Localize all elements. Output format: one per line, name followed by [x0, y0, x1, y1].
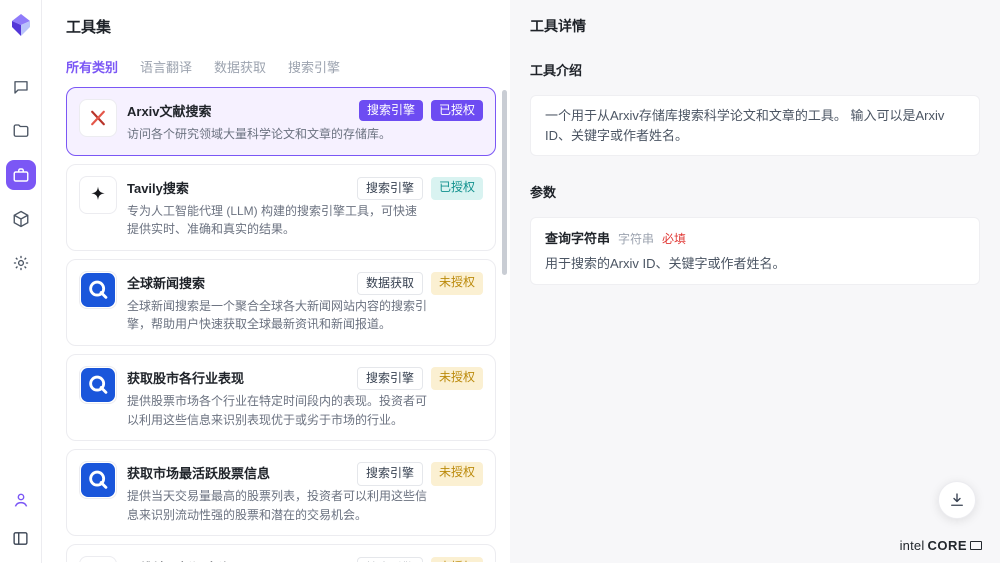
download-icon [948, 491, 966, 509]
param-required-flag: 必填 [662, 230, 686, 247]
tool-card-badges: 搜索引擎 未授权 [357, 462, 483, 485]
status-badge: 未授权 [431, 462, 483, 485]
tab-search[interactable]: 搜索引擎 [288, 57, 340, 75]
sidebar-bottom [6, 485, 36, 553]
tab-translation[interactable]: 语言翻译 [140, 57, 192, 75]
status-badge: 已授权 [431, 177, 483, 200]
arxiv-icon [88, 108, 108, 128]
param-card: 查询字符串 字符串 必填 用于搜索的Arxiv ID、关键字或作者姓名。 [530, 217, 980, 285]
intro-text: 一个用于从Arxiv存储库搜索科学论文和文章的工具。 输入可以是Arxiv ID… [545, 106, 965, 145]
tool-card-badges: 搜索引擎 未授权 [357, 557, 483, 562]
tool-card-icon-tile [79, 461, 117, 499]
category-badge: 搜索引擎 [357, 462, 423, 485]
tool-card[interactable]: 全球新闻搜索 全球新闻搜索是一个聚合全球各大新闻网站内容的搜索引擎，帮助用户快速… [66, 259, 496, 346]
status-badge: 未授权 [431, 272, 483, 295]
chat-icon [12, 78, 30, 96]
briefcase-icon [12, 166, 30, 184]
tool-card-icon-tile [79, 366, 117, 404]
sidebar [0, 0, 42, 563]
intel-badge-box [970, 541, 982, 550]
tool-card-description: 全球新闻搜索是一个聚合全球各大新闻网站内容的搜索引擎，帮助用户快速获取全球最新资… [127, 297, 427, 334]
q-icon [81, 463, 115, 497]
tool-card-badges: 搜索引擎 已授权 [357, 177, 483, 200]
sidebar-item-layout[interactable] [6, 523, 36, 553]
category-badge: 数据获取 [357, 272, 423, 295]
sidebar-item-user[interactable] [6, 485, 36, 515]
tool-card-badges: 搜索引擎 已授权 [359, 100, 483, 121]
user-icon [12, 491, 30, 509]
tool-card-icon-tile [79, 271, 117, 309]
tool-card-badges: 搜索引擎 未授权 [357, 367, 483, 390]
tavily-icon [88, 185, 108, 205]
tab-data[interactable]: 数据获取 [214, 57, 266, 75]
tool-card-description: 提供股票市场各个行业在特定时间段内的表现。投资者可以利用这些信息来识别表现优于或… [127, 392, 427, 429]
tool-card[interactable]: 万维地区新闻查询 查询具体行政区划内的新闻，快速了解各地新闻动 搜索引擎 未授权 [66, 544, 496, 562]
core-brand-text: CORE [927, 538, 967, 553]
app-logo[interactable] [8, 12, 34, 38]
status-badge: 未授权 [431, 367, 483, 390]
param-description: 用于搜索的Arxiv ID、关键字或作者姓名。 [545, 254, 965, 274]
tool-card-description: 专为人工智能代理 (LLM) 构建的搜索引擎工具，可快速提供实时、准确和真实的结… [127, 202, 427, 239]
app-root: 工具集 所有类别语言翻译数据获取搜索引擎 Arxiv文献搜索 访问各个研究领域大… [0, 0, 1000, 563]
sidebar-item-package[interactable] [6, 204, 36, 234]
tool-card-icon-tile [79, 176, 117, 214]
tool-card[interactable]: Arxiv文献搜索 访问各个研究领域大量科学论文和文章的存储库。 搜索引擎 已授… [66, 87, 496, 156]
intel-brand-text: intel [900, 538, 925, 553]
category-badge: 搜索引擎 [357, 177, 423, 200]
list-scrollbar[interactable] [502, 90, 507, 275]
sidebar-item-settings[interactable] [6, 248, 36, 278]
status-badge: 未授权 [431, 557, 483, 562]
category-tabs: 所有类别 语言翻译 数据获取 搜索引擎 [66, 57, 510, 75]
tool-card[interactable]: 获取市场最活跃股票信息 提供当天交易量最高的股票列表，投资者可以利用这些信息来识… [66, 449, 496, 536]
sidebar-item-chat[interactable] [6, 72, 36, 102]
download-button[interactable] [938, 481, 976, 519]
category-badge: 搜索引擎 [357, 557, 423, 562]
sidebar-item-tools[interactable] [6, 160, 36, 190]
tool-card[interactable]: Tavily搜索 专为人工智能代理 (LLM) 构建的搜索引擎工具，可快速提供实… [66, 164, 496, 251]
panel-icon [12, 530, 29, 547]
param-header: 查询字符串 字符串 必填 [545, 228, 965, 247]
sidebar-nav [6, 72, 36, 278]
q-icon [81, 368, 115, 402]
tool-card[interactable]: 获取股市各行业表现 提供股票市场各个行业在特定时间段内的表现。投资者可以利用这些… [66, 354, 496, 441]
intel-core-logo: intel CORE [900, 538, 982, 553]
tool-card-badges: 数据获取 未授权 [357, 272, 483, 295]
param-type: 字符串 [618, 230, 654, 247]
tool-detail-panel: 工具详情 工具介绍 一个用于从Arxiv存储库搜索科学论文和文章的工具。 输入可… [510, 0, 1000, 563]
logo-icon [9, 13, 33, 37]
intro-section-title: 工具介绍 [530, 60, 980, 79]
intro-card: 一个用于从Arxiv存储库搜索科学论文和文章的工具。 输入可以是Arxiv ID… [530, 95, 980, 156]
tool-list-panel: 工具集 所有类别语言翻译数据获取搜索引擎 Arxiv文献搜索 访问各个研究领域大… [42, 0, 510, 563]
param-name: 查询字符串 [545, 228, 610, 247]
page-title: 工具集 [66, 16, 510, 37]
tool-card-icon-tile [79, 556, 117, 562]
tool-card-icon-tile [79, 99, 117, 137]
tool-card-description: 访问各个研究领域大量科学论文和文章的存储库。 [127, 125, 427, 144]
sidebar-item-folder[interactable] [6, 116, 36, 146]
tool-card-description: 提供当天交易量最高的股票列表，投资者可以利用这些信息来识别流动性强的股票和潜在的… [127, 487, 427, 524]
folder-icon [12, 122, 30, 140]
category-badge: 搜索引擎 [359, 100, 423, 121]
gear-icon [12, 254, 30, 272]
status-badge: 已授权 [431, 100, 483, 121]
tab-all[interactable]: 所有类别 [66, 57, 118, 75]
category-badge: 搜索引擎 [357, 367, 423, 390]
detail-title: 工具详情 [530, 16, 980, 36]
tool-card-list: Arxiv文献搜索 访问各个研究领域大量科学论文和文章的存储库。 搜索引擎 已授… [66, 87, 510, 562]
q-icon [81, 273, 115, 307]
params-section-title: 参数 [530, 182, 980, 201]
package-icon [12, 210, 30, 228]
